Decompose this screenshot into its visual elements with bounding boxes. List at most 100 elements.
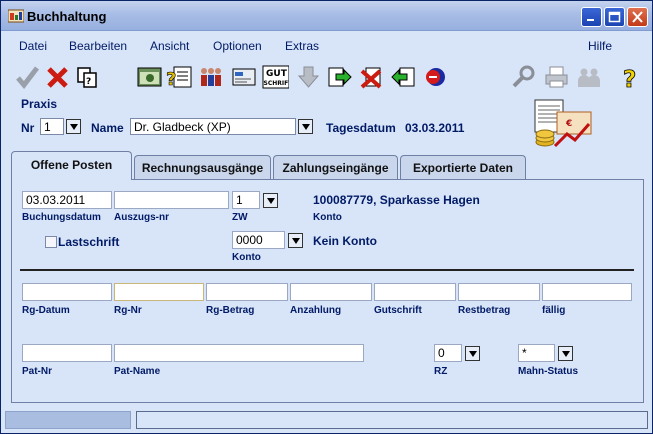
konto-info-text: 100087779, Sparkasse Hagen xyxy=(313,193,480,207)
pat-nr-input[interactable] xyxy=(22,344,112,362)
rg-betrag-input[interactable] xyxy=(206,283,288,301)
menu-datei[interactable]: Datei xyxy=(19,39,47,53)
minimize-button[interactable] xyxy=(581,7,602,27)
gutschrift-input[interactable] xyxy=(374,283,456,301)
offene-posten-panel: 03.03.2011 Buchungsdatum Auszugs-nr 1 ZW… xyxy=(11,179,644,403)
status-message-panel xyxy=(136,411,648,429)
users-button[interactable] xyxy=(575,63,602,91)
tagesdatum-label: Tagesdatum xyxy=(326,121,396,135)
buchungsdatum-label: Buchungsdatum xyxy=(22,212,101,223)
mahn-status-select[interactable]: * xyxy=(518,344,555,362)
mahn-status-dropdown-button[interactable] xyxy=(558,346,573,361)
menu-extras[interactable]: Extras xyxy=(285,39,319,53)
accounting-illustration-icon: € xyxy=(534,99,592,148)
people-group-icon xyxy=(201,68,221,86)
pat-nr-label: Pat-Nr xyxy=(22,366,53,377)
tab-strip: Offene Posten Rechnungsausgänge Zahlungs… xyxy=(1,151,652,180)
anzahlung-input[interactable] xyxy=(290,283,372,301)
name-label: Name xyxy=(91,121,124,135)
name-dropdown-button[interactable] xyxy=(298,119,313,134)
rz-select[interactable]: 0 xyxy=(434,344,462,362)
praxis-label: Praxis xyxy=(21,97,58,111)
check-button[interactable] xyxy=(14,63,41,91)
title-bar[interactable]: Buchhaltung xyxy=(1,1,652,31)
status-progress-panel xyxy=(5,411,131,429)
gutschrift-icon: GUTSCHRIFT xyxy=(262,65,293,89)
tab-exportierte-daten[interactable]: Exportierte Daten xyxy=(400,155,526,180)
stamp-button[interactable] xyxy=(422,63,449,91)
nr-select[interactable]: 1 xyxy=(40,118,64,135)
menu-hilfe[interactable]: Hilfe xyxy=(588,39,612,53)
buchungsdatum-input[interactable]: 03.03.2011 xyxy=(22,191,112,209)
minimize-icon xyxy=(587,19,594,21)
card-icon xyxy=(232,68,256,86)
search-document-icon: ? xyxy=(166,66,192,90)
search-document-button[interactable]: ? xyxy=(166,63,193,91)
zw-select[interactable]: 1 xyxy=(232,191,260,209)
cancel-button[interactable] xyxy=(44,63,71,91)
window-button[interactable] xyxy=(136,63,163,91)
auszugs-nr-label: Auszugs-nr xyxy=(114,212,169,223)
pat-name-label: Pat-Name xyxy=(114,366,161,377)
copy-button[interactable]: ? xyxy=(74,63,101,91)
rg-nr-label: Rg-Nr xyxy=(114,305,142,316)
maximize-icon xyxy=(608,11,621,23)
copy-pages-icon: ? xyxy=(77,67,97,88)
name-select[interactable]: Dr. Gladbeck (XP) xyxy=(130,118,296,135)
tab-offene-posten[interactable]: Offene Posten xyxy=(11,151,132,180)
app-icon xyxy=(8,9,24,23)
restbetrag-label: Restbetrag xyxy=(458,305,511,316)
auszugs-nr-input[interactable] xyxy=(114,191,229,209)
import-button[interactable] xyxy=(390,63,417,91)
import-arrow-icon xyxy=(391,67,415,87)
konto-dropdown-button[interactable] xyxy=(288,233,303,248)
close-button[interactable] xyxy=(627,7,648,27)
app-window: Buchhaltung Datei Bearbeiten Ansicht Opt… xyxy=(0,0,653,434)
pat-name-input[interactable] xyxy=(114,344,364,362)
menu-optionen[interactable]: Optionen xyxy=(213,39,262,53)
anzahlung-label: Anzahlung xyxy=(290,305,342,316)
gutschrift-label: Gutschrift xyxy=(374,305,422,316)
open-window-icon xyxy=(137,67,162,87)
toolbar: ? ? GUTSCHRIFT xyxy=(1,59,652,95)
printer-icon xyxy=(545,66,568,88)
gutschrift-button[interactable]: GUTSCHRIFT xyxy=(262,63,293,91)
nr-dropdown-button[interactable] xyxy=(66,119,81,134)
svg-text:€: € xyxy=(565,119,572,129)
status-bar xyxy=(1,407,652,433)
close-icon xyxy=(632,11,643,23)
restbetrag-input[interactable] xyxy=(458,283,540,301)
delete-button[interactable] xyxy=(358,63,385,91)
nr-label: Nr xyxy=(21,121,35,135)
key-search-icon xyxy=(512,65,535,88)
cancel-x-icon xyxy=(47,67,68,88)
key-search-button[interactable] xyxy=(510,63,537,91)
help-button[interactable]: ? xyxy=(617,63,644,94)
tab-zahlungseingaenge[interactable]: Zahlungseingänge xyxy=(273,155,398,180)
svg-text:?: ? xyxy=(166,69,176,90)
faellig-label: fällig xyxy=(542,305,566,316)
svg-text:?: ? xyxy=(623,67,636,91)
faellig-input[interactable] xyxy=(542,283,632,301)
download-button[interactable] xyxy=(295,63,322,91)
tab-rechnungsausgaenge[interactable]: Rechnungsausgänge xyxy=(134,155,271,180)
rz-dropdown-button[interactable] xyxy=(465,346,480,361)
maximize-button[interactable] xyxy=(604,7,625,27)
menu-ansicht[interactable]: Ansicht xyxy=(150,39,189,53)
rg-datum-input[interactable] xyxy=(22,283,112,301)
konto-select[interactable]: 0000 xyxy=(232,231,285,249)
section-divider xyxy=(20,269,634,271)
kein-konto-text: Kein Konto xyxy=(313,234,377,248)
lastschrift-checkbox[interactable] xyxy=(45,236,57,248)
svg-text:GUT: GUT xyxy=(266,69,288,79)
konto-label: Konto xyxy=(232,252,261,263)
export-button[interactable] xyxy=(326,63,353,91)
zw-dropdown-button[interactable] xyxy=(263,193,278,208)
print-button[interactable] xyxy=(543,63,570,91)
window-title: Buchhaltung xyxy=(27,9,107,24)
rg-nr-input[interactable] xyxy=(114,283,204,301)
help-question-icon: ? xyxy=(623,67,637,94)
card-button[interactable] xyxy=(230,63,257,91)
menu-bearbeiten[interactable]: Bearbeiten xyxy=(69,39,127,53)
people-button[interactable] xyxy=(198,63,225,91)
